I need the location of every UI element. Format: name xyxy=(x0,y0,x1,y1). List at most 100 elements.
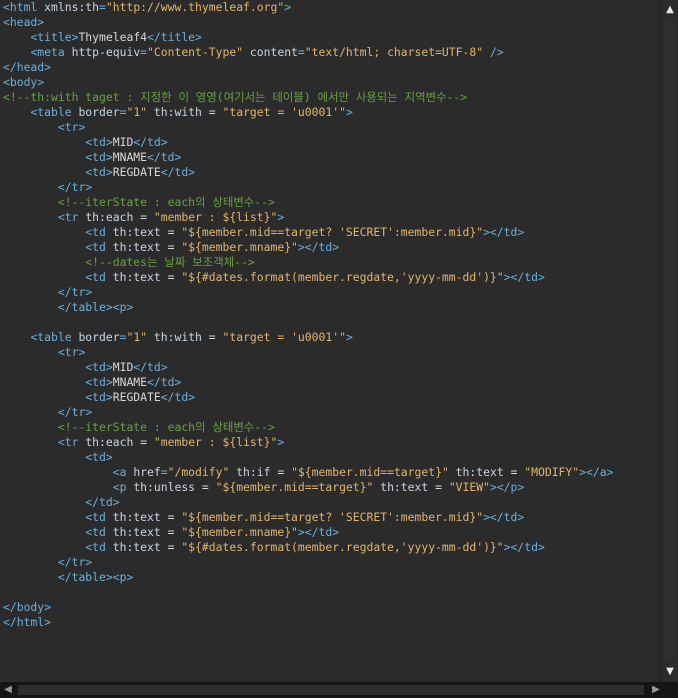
code-token: "MODIFY" xyxy=(524,465,580,479)
code-token: = xyxy=(99,0,106,14)
code-token: </tr> xyxy=(57,180,93,194)
code-line[interactable]: <td th:text = "${#dates.format(member.re… xyxy=(3,270,613,285)
code-line[interactable]: <td th:text = "${member.mname}"></td> xyxy=(3,525,613,540)
code-line[interactable]: <!--th:with taget : 지정한 이 영영(여기서는 테이블) 에… xyxy=(3,90,613,105)
code-token: "VIEW" xyxy=(448,480,490,494)
code-line[interactable]: <td>REGDATE</td> xyxy=(3,390,613,405)
code-line[interactable]: <td>MNAME</td> xyxy=(3,150,613,165)
code-token: th:text xyxy=(112,270,161,284)
code-token: <td xyxy=(85,510,113,524)
code-line[interactable]: <td>REGDATE</td> xyxy=(3,165,613,180)
code-token: <tr xyxy=(57,210,86,224)
code-token: <td xyxy=(85,240,113,254)
code-line[interactable] xyxy=(3,585,613,600)
code-line[interactable]: </head> xyxy=(3,60,613,75)
scroll-left-icon[interactable]: ◀ xyxy=(0,682,16,698)
code-token: <head> xyxy=(3,15,45,29)
scrollbar-corner xyxy=(662,682,678,698)
code-line[interactable]: </body> xyxy=(3,600,613,615)
code-line[interactable]: <!--dates는 날짜 보조객체--> xyxy=(3,255,613,270)
code-token: <td> xyxy=(85,390,113,404)
code-line[interactable]: </tr> xyxy=(3,180,613,195)
code-line[interactable]: <!--iterState : each의 상태변수--> xyxy=(3,195,613,210)
code-token: </html> xyxy=(3,615,52,629)
code-line[interactable]: <html xmlns:th="http://www.thymeleaf.org… xyxy=(3,0,613,15)
code-line[interactable]: <head> xyxy=(3,15,613,30)
code-line[interactable]: <!--iterState : each의 상태변수--> xyxy=(3,420,613,435)
code-line[interactable]: <td th:text = "${member.mid==target? 'SE… xyxy=(3,225,613,240)
code-token: </tr> xyxy=(57,405,93,419)
code-line[interactable]: <td th:text = "${member.mname}"></td> xyxy=(3,240,613,255)
code-token: ></td> xyxy=(503,270,545,284)
code-line[interactable]: <tr th:each = "member : ${list}"> xyxy=(3,435,613,450)
code-line[interactable]: <tr th:each = "member : ${list}"> xyxy=(3,210,613,225)
vertical-scrollbar[interactable]: ▲ ▼ xyxy=(660,0,678,682)
code-line[interactable]: </tr> xyxy=(3,555,613,570)
code-line[interactable]: </tr> xyxy=(3,405,613,420)
code-token: REGDATE xyxy=(112,390,161,404)
code-token: ></td> xyxy=(297,240,340,254)
code-line[interactable]: <body> xyxy=(3,75,613,90)
code-token: = xyxy=(160,510,182,524)
code-line[interactable]: <meta http-equiv="Content-Type" content=… xyxy=(3,45,613,60)
code-line[interactable]: </table><p> xyxy=(3,570,613,585)
code-token: "${#dates.format(member.regdate,'yyyy-mm… xyxy=(181,540,504,554)
code-token: </tr> xyxy=(57,555,93,569)
scroll-down-icon[interactable]: ▼ xyxy=(661,664,678,680)
code-token: <p xyxy=(112,480,134,494)
code-line[interactable] xyxy=(3,315,613,330)
code-line[interactable]: <td> xyxy=(3,450,613,465)
code-line[interactable]: <tr> xyxy=(3,120,613,135)
code-token: </td> xyxy=(160,165,196,179)
code-token: border xyxy=(78,330,120,344)
code-token: </td> xyxy=(160,390,196,404)
code-line[interactable]: </html> xyxy=(3,615,613,630)
code-token: th:each xyxy=(85,210,134,224)
code-token: </td> xyxy=(133,360,168,374)
code-line[interactable]: <table border="1" th:with = "target = 'u… xyxy=(3,105,613,120)
horizontal-scroll-thumb[interactable] xyxy=(18,685,644,695)
code-line[interactable]: <tr> xyxy=(3,345,613,360)
code-line[interactable]: <p th:unless = "${member.mid==target}" t… xyxy=(3,480,613,495)
code-token: th:each xyxy=(85,435,134,449)
vertical-scroll-thumb[interactable] xyxy=(665,20,675,658)
code-line[interactable]: <td>MID</td> xyxy=(3,360,613,375)
code-token: /> xyxy=(489,45,504,59)
code-token: <!--dates는 날짜 보조객체--> xyxy=(85,255,255,269)
code-token: = xyxy=(133,435,154,449)
code-token: <!--iterState : each의 상태변수--> xyxy=(57,195,275,209)
code-token: </td> xyxy=(133,135,168,149)
code-token: > xyxy=(284,0,292,14)
code-lines[interactable]: <html xmlns:th="http://www.thymeleaf.org… xyxy=(3,0,613,630)
scroll-up-icon[interactable]: ▲ xyxy=(661,2,678,18)
code-line[interactable]: <td>MNAME</td> xyxy=(3,375,613,390)
code-line[interactable]: <table border="1" th:with = "target = 'u… xyxy=(3,330,613,345)
code-token: = xyxy=(160,465,168,479)
code-line[interactable]: </td> xyxy=(3,495,613,510)
horizontal-scrollbar[interactable]: ◀ ▶ xyxy=(0,682,678,698)
code-line[interactable]: <a href="/modify" th:if = "${member.mid=… xyxy=(3,465,614,480)
code-line[interactable]: <td th:text = "${member.mid==target? 'SE… xyxy=(3,510,613,525)
code-token: <td> xyxy=(85,450,113,464)
code-editor[interactable]: <html xmlns:th="http://www.thymeleaf.org… xyxy=(0,0,660,682)
code-token: <body> xyxy=(3,75,45,89)
code-token: "${#dates.format(member.regdate,'yyyy-mm… xyxy=(181,270,504,284)
code-line[interactable]: <td>MID</td> xyxy=(3,135,613,150)
code-line[interactable]: </tr> xyxy=(3,285,613,300)
code-token: th:with xyxy=(153,105,202,119)
code-line[interactable]: <title>Thymeleaf4</title> xyxy=(3,30,613,45)
code-line[interactable]: <td th:text = "${#dates.format(member.re… xyxy=(3,540,613,555)
code-line[interactable]: </table><p> xyxy=(3,300,613,315)
code-token: th:text xyxy=(112,525,161,539)
